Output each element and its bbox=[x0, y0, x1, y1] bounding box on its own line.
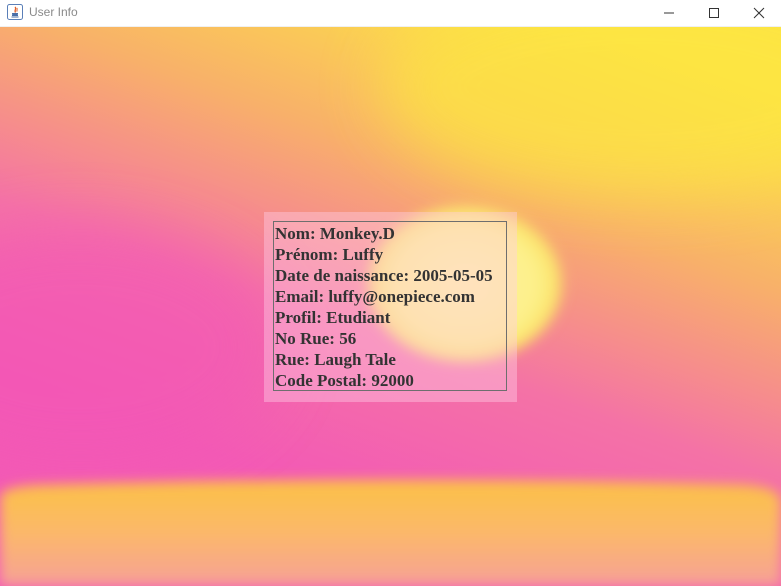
app-window: User Info Nom: Monkey.D Prénom: Luffy Da… bbox=[0, 0, 781, 586]
no-rue-label: No Rue: 56 bbox=[275, 329, 357, 348]
prenom-label: Prénom: Luffy bbox=[275, 245, 384, 264]
minimize-icon bbox=[664, 12, 674, 14]
email-label: Email: luffy@onepiece.com bbox=[275, 287, 475, 306]
code-postal-label: Code Postal: 92000 bbox=[275, 371, 414, 390]
maximize-icon bbox=[709, 8, 719, 18]
minimize-button[interactable] bbox=[646, 0, 692, 26]
profil-label: Profil: Etudiant bbox=[275, 308, 391, 327]
maximize-button[interactable] bbox=[691, 0, 737, 26]
content-area: Nom: Monkey.D Prénom: Luffy Date de nais… bbox=[0, 27, 781, 586]
rue-label: Rue: Laugh Tale bbox=[275, 350, 396, 369]
title-bar[interactable]: User Info bbox=[0, 0, 781, 27]
nom-label: Nom: Monkey.D bbox=[275, 224, 395, 243]
window-title: User Info bbox=[29, 5, 78, 19]
date-naissance-label: Date de naissance: 2005-05-05 bbox=[275, 266, 493, 285]
user-info-text: Nom: Monkey.D Prénom: Luffy Date de nais… bbox=[275, 223, 493, 391]
close-icon bbox=[753, 7, 765, 19]
close-button[interactable] bbox=[736, 0, 781, 26]
user-info-panel: Nom: Monkey.D Prénom: Luffy Date de nais… bbox=[264, 212, 517, 402]
java-app-icon bbox=[7, 4, 23, 20]
